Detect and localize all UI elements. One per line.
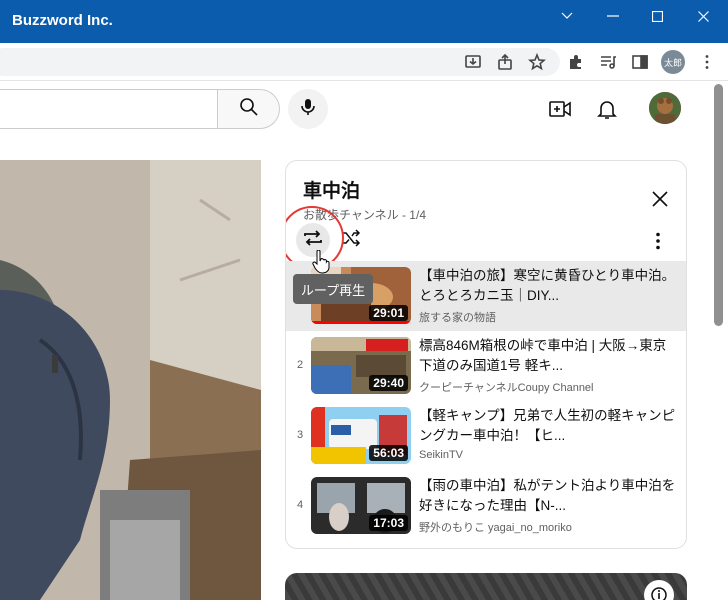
video-thumbnail[interactable]: 17:03 [311, 477, 411, 534]
playlist-item-index: 2 [296, 359, 304, 371]
install-app-icon[interactable] [463, 52, 483, 72]
minimize-button[interactable] [590, 0, 636, 32]
chevron-down-icon[interactable] [544, 0, 590, 32]
page-scrollbar[interactable] [714, 84, 723, 326]
playlist-panel: 車中泊 お散歩チャンネル - 1/4 29:01 【車中泊の旅】寒空に黄昏ひとり… [285, 160, 687, 549]
window-titlebar: Buzzword Inc. [0, 0, 728, 43]
more-actions-icon[interactable] [648, 229, 668, 253]
video-duration: 56:03 [369, 445, 408, 461]
recommended-video-card[interactable] [285, 573, 687, 600]
video-thumbnail[interactable]: 56:03 [311, 407, 411, 464]
search-input[interactable] [0, 89, 218, 129]
hand-cursor-icon [312, 249, 330, 279]
search-icon [239, 97, 259, 122]
browser-toolbar: 太郎 [0, 43, 728, 81]
share-icon[interactable] [495, 52, 515, 72]
media-control-icon[interactable] [598, 52, 618, 72]
video-thumbnail[interactable]: 29:40 [311, 337, 411, 394]
playlist-subtitle[interactable]: お散歩チャンネル - 1/4 [303, 206, 426, 223]
video-title[interactable]: 【車中泊の旅】寒空に黄昏ひとり車中泊。とろとろカニ玉｜DIY... [419, 266, 677, 306]
profile-avatar[interactable]: 太郎 [661, 50, 685, 74]
playlist-item[interactable]: 4 17:03 【雨の車中泊】私がテント泊より車中泊を好きになった理由【N-..… [286, 471, 686, 541]
close-window-button[interactable] [680, 0, 726, 32]
search-button[interactable] [217, 89, 280, 129]
video-title[interactable]: 【雨の車中泊】私がテント泊より車中泊を好きになった理由【N-... [419, 476, 677, 516]
window-title: Buzzword Inc. [12, 12, 113, 29]
video-player[interactable] [0, 160, 261, 600]
channel-name[interactable]: SeikinTV [419, 449, 677, 461]
microphone-icon [298, 97, 318, 122]
channel-name[interactable]: 野外のもりこ yagai_no_moriko [419, 519, 677, 535]
loop-tooltip: ループ再生 [293, 274, 373, 304]
video-duration: 17:03 [369, 515, 408, 531]
playlist-item[interactable]: 3 56:03 【軽キャンプ】兄弟で人生初の軽キャンピングカー車中泊！【ヒ...… [286, 401, 686, 471]
video-duration: 29:40 [369, 375, 408, 391]
profile-label: 太郎 [663, 57, 682, 68]
create-video-icon[interactable] [548, 97, 572, 121]
shuffle-button[interactable] [338, 227, 364, 253]
channel-name[interactable]: クーピーチャンネルCoupy Channel [419, 379, 677, 395]
youtube-masthead [0, 81, 710, 137]
watched-progress-bar [311, 321, 411, 324]
video-title[interactable]: 【軽キャンプ】兄弟で人生初の軽キャンピングカー車中泊！【ヒ... [419, 406, 677, 446]
playlist-item[interactable]: 2 29:40 標高846M箱根の峠で車中泊 | 大阪→東京下道のみ国道1号 軽… [286, 331, 686, 401]
channel-name[interactable]: 旅する家の物語 [419, 309, 677, 325]
card-menu-icon[interactable] [644, 580, 674, 600]
video-title[interactable]: 標高846M箱根の峠で車中泊 | 大阪→東京下道のみ国道1号 軽キ... [419, 336, 677, 376]
shuffle-icon [340, 227, 362, 254]
browser-menu-icon[interactable] [697, 52, 717, 72]
notifications-bell-icon[interactable] [595, 97, 619, 121]
playlist-item-index: 3 [296, 429, 304, 441]
close-icon[interactable] [648, 187, 672, 211]
playlist-item-index: 4 [296, 499, 304, 511]
voice-search-button[interactable] [288, 89, 328, 129]
video-frame [0, 160, 261, 600]
playlist-title[interactable]: 車中泊 [303, 176, 360, 203]
bookmark-star-icon[interactable] [527, 52, 547, 72]
account-avatar[interactable] [649, 92, 681, 124]
extensions-icon[interactable] [566, 52, 586, 72]
side-panel-icon[interactable] [630, 52, 650, 72]
maximize-button[interactable] [634, 0, 680, 32]
video-duration: 29:01 [369, 305, 408, 321]
